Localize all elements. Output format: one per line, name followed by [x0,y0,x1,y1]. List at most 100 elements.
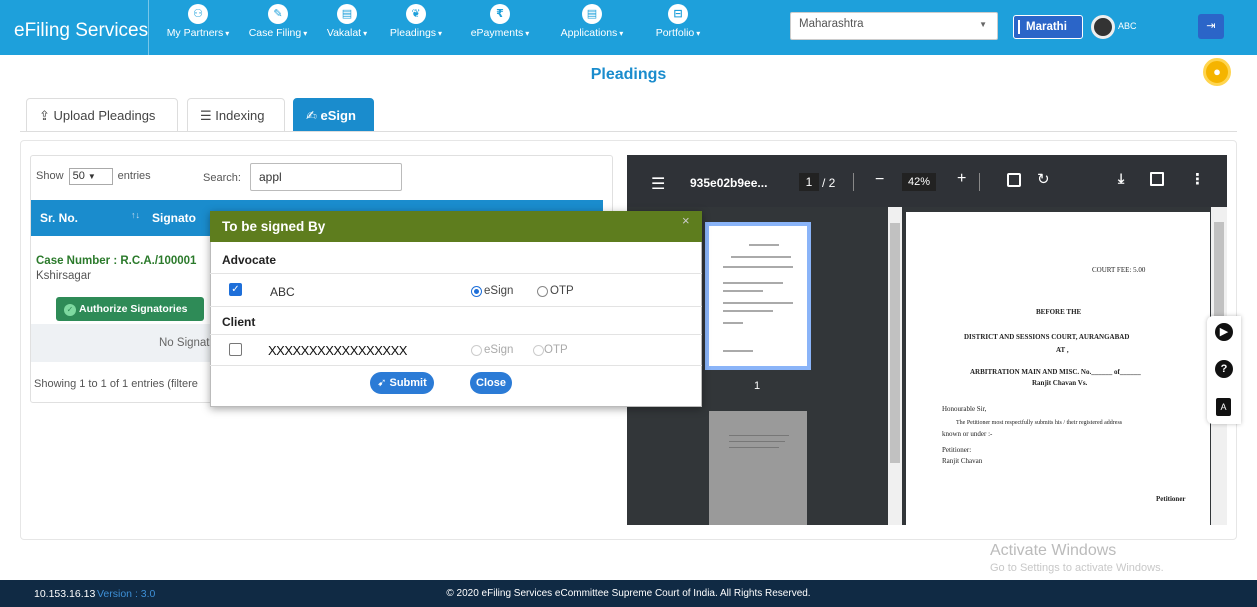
play-video-icon[interactable]: ▶ [1215,323,1233,341]
state-select[interactable]: Maharashtra ▼ [790,12,998,40]
advocate-esign-radio[interactable] [471,286,482,297]
authorize-label: Authorize Signatories [79,303,188,315]
user-sign-icon: ✍ [306,108,317,123]
entries-length: Show 50 ▼ entries [36,168,151,185]
check-circle-icon: ✓ [64,304,76,316]
doc-line: DISTRICT AND SESSIONS COURT, AURANGABAD [964,333,1130,341]
radio-label: OTP [550,285,574,297]
caret-down-icon: ▾ [696,29,701,38]
more-vertical-icon[interactable]: ⋮ [1190,170,1205,188]
tab-upload-pleadings[interactable]: ⇪ Upload Pleadings [26,98,178,132]
doc-line: Petitioner [1156,495,1186,503]
case-number: Case Number : R.C.A./100001 [36,255,197,267]
menu-icon[interactable]: ☰ [651,174,665,194]
logout-icon: ⇥ [1206,20,1216,32]
help-coin-icon[interactable]: ● [1203,58,1231,86]
entries-select[interactable]: 50 ▼ [68,168,113,185]
doc-line: Ranjit Chavan [942,457,983,465]
client-otp-radio[interactable] [533,345,544,356]
thumbnail-scrollbar[interactable] [888,207,902,525]
pdf-icon[interactable]: A [1216,398,1231,416]
tab-label: Upload Pleadings [53,108,156,123]
zoom-in-icon[interactable]: + [957,170,966,188]
no-signatory-text: No Signat [159,337,210,349]
pdf-page-input[interactable]: 1 [799,173,819,191]
doc-line: known or under :- [942,430,993,438]
pdf-zoom-input[interactable]: 42% [902,173,936,191]
divider [210,365,702,366]
tab-esign[interactable]: ✍ eSign [293,98,374,132]
print-icon[interactable] [1150,172,1164,186]
pdf-title: 935e02b9ee... [690,176,768,190]
sort-icon[interactable]: ↑↓ [131,210,140,220]
caret-down-icon: ▾ [225,29,230,38]
client-name: XXXXXXXXXXXXXXXXX [268,343,407,358]
toolbar-divider [853,173,854,191]
radio-label: OTP [544,344,568,356]
nav-label: Pleadings [389,27,437,39]
nav-portfolio[interactable]: ⊟ Portfolio ▾ [644,4,712,50]
nav-label: Portfolio [655,27,695,39]
nav-label: Case Filing [248,27,302,39]
download-icon[interactable]: ⤓ [1118,170,1124,187]
question-icon[interactable]: ? [1215,360,1233,378]
advocate-name: ABC [270,285,295,299]
col-signatory[interactable]: Signato [152,211,196,225]
close-icon[interactable]: × [682,213,690,228]
nav-my-partners[interactable]: ⚇ My Partners ▾ [162,4,234,50]
brand-logo[interactable]: eFiling Services [14,20,148,42]
doc-line: ARBITRATION MAIN AND MISC. No.______ of_… [970,368,1141,376]
doc-line: COURT FEE: 5.00 [1092,266,1146,274]
zoom-out-icon[interactable]: − [875,171,884,189]
show-label: Show [36,170,64,182]
col-sr-no[interactable]: Sr. No. [40,211,78,225]
tab-label: Indexing [215,108,265,123]
doc-line: The Petitioner most respectfully submits… [956,420,1123,426]
toolbar-divider [979,173,980,191]
send-icon: ➹ [377,377,387,389]
pdf-page-total: / 2 [822,176,836,190]
fit-page-icon[interactable] [1007,173,1021,187]
nav-pleadings[interactable]: ❦ Pleadings ▾ [380,4,452,50]
divider [210,273,702,274]
tab-indexing[interactable]: ☰ Indexing [187,98,285,132]
caret-down-icon: ▾ [363,29,368,38]
authorize-signatories-button[interactable]: ✓ Authorize Signatories [56,297,204,321]
nav-applications[interactable]: ▤ Applications ▾ [550,4,634,50]
nav-vakalat[interactable]: ▤ Vakalat ▾ [320,4,374,50]
document-page: COURT FEE: 5.00 BEFORE THE DISTRICT AND … [906,212,1210,525]
nav-label: Vakalat [326,27,362,39]
page-thumbnail[interactable] [709,411,807,525]
close-button[interactable]: Close [470,372,512,394]
pencil-icon: ✎ [268,4,288,24]
nav-divider [148,0,149,55]
page-title: Pleadings [590,66,667,83]
logout-button[interactable]: ⇥ [1198,14,1224,39]
modal-title: To be signed By [222,219,326,234]
submit-button[interactable]: ➹ Submit [370,372,434,394]
server-ip: 10.153.16.13 [34,588,96,600]
version-label: Version : 3.0 [97,588,156,600]
nav-epayments[interactable]: ₹ ePayments ▾ [458,4,542,50]
client-checkbox[interactable] [229,343,242,356]
language-button[interactable]: Marathi [1013,15,1083,39]
avatar[interactable] [1091,15,1115,39]
doc-line: Honourable Sir, [942,405,987,413]
top-navbar: eFiling Services ⚇ My Partners ▾ ✎ Case F… [0,0,1257,55]
search-input[interactable] [250,163,402,191]
chevron-down-icon: ▼ [87,172,96,181]
nav-label: ePayments [470,27,524,39]
page-thumbnail[interactable] [705,222,811,370]
caret-down-icon: ▾ [438,29,443,38]
user-name[interactable]: ABC [1118,21,1137,31]
nav-case-filing[interactable]: ✎ Case Filing ▾ [241,4,315,50]
rotate-icon[interactable]: ↻ [1037,170,1050,188]
advocate-checkbox[interactable]: ✓ [229,283,242,296]
client-esign-radio[interactable] [471,345,482,356]
doc-line: Petitioner: [942,446,972,454]
document-icon: ▤ [337,4,357,24]
advocate-otp-radio[interactable] [537,286,548,297]
radio-label: eSign [484,344,514,356]
caret-down-icon: ▾ [619,29,624,38]
case-party: Kshirsagar [36,270,91,282]
